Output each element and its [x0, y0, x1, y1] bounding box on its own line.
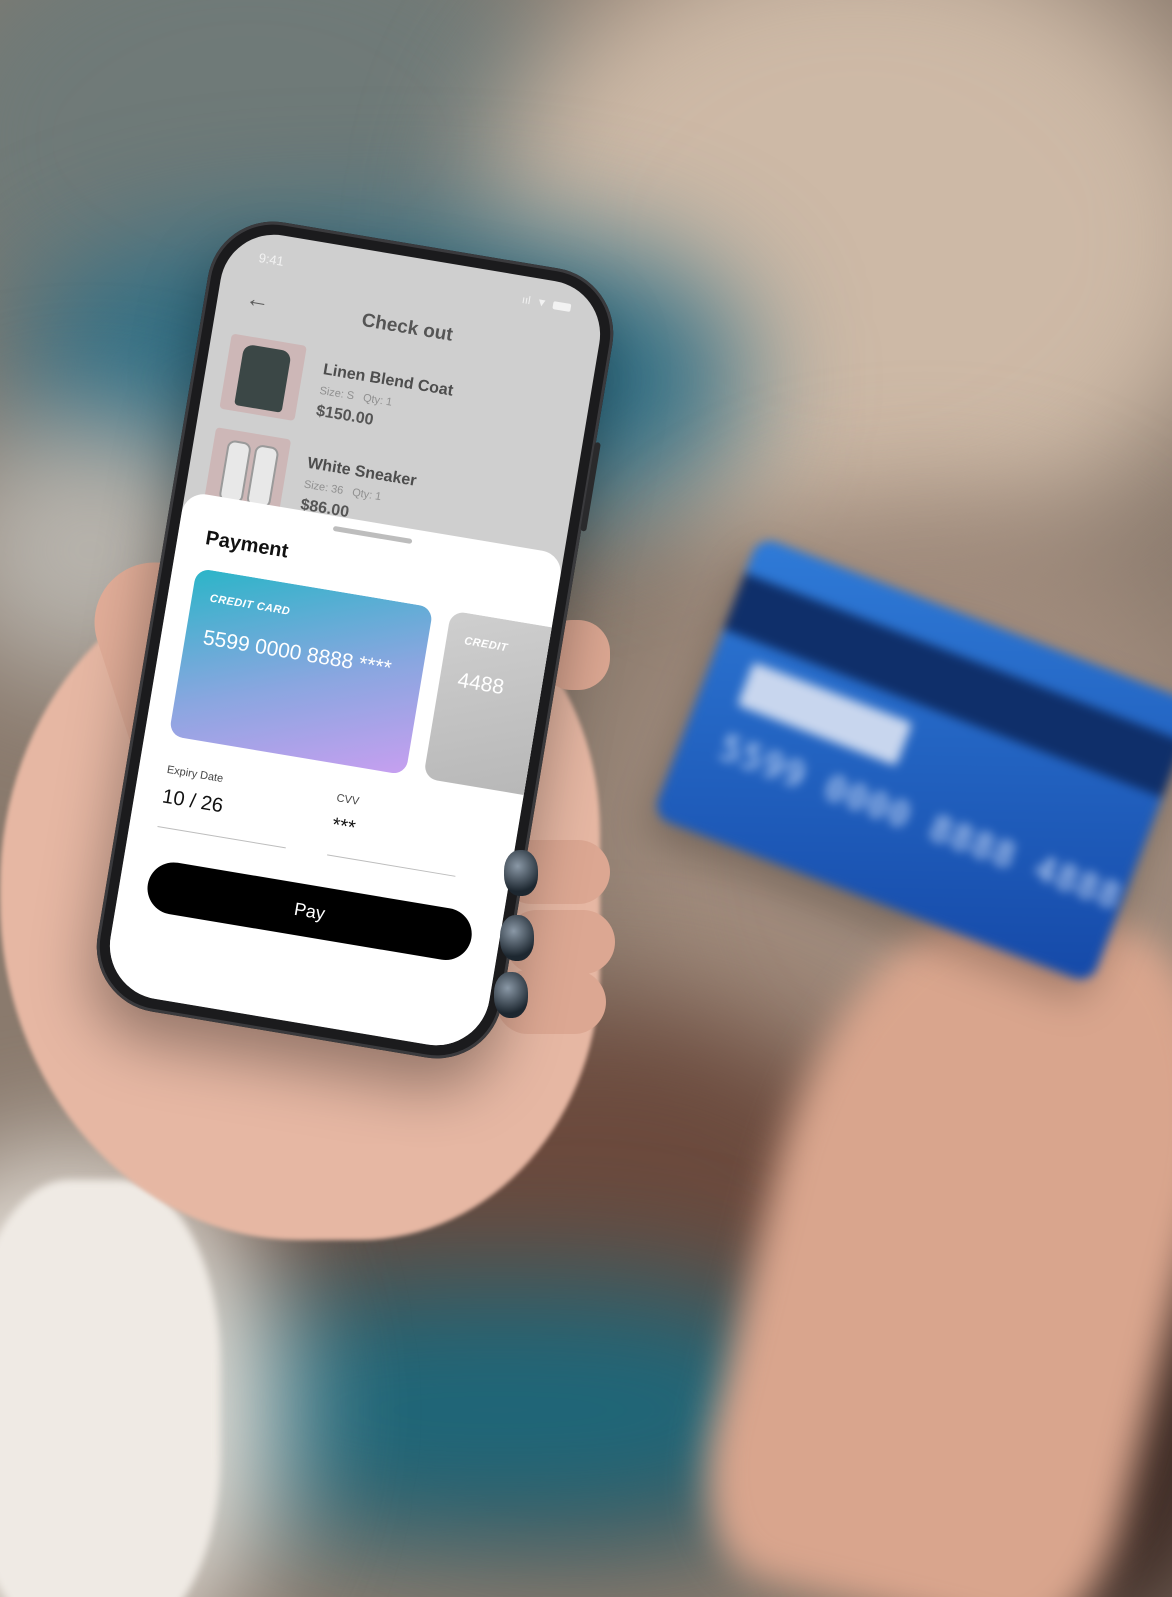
fingernail	[504, 850, 538, 896]
credit-card-selected[interactable]: CREDIT CARD 5599 0000 8888 ****	[168, 567, 434, 776]
expiry-value[interactable]: 10 / 26	[161, 786, 225, 819]
sheet-grabber[interactable]	[332, 525, 413, 545]
field-underline	[157, 825, 286, 849]
sneaker-icon	[245, 443, 280, 510]
card-type-label: CREDIT	[463, 635, 509, 655]
item-size: Size: S	[318, 384, 356, 403]
status-icons: ııl ▼	[521, 294, 572, 314]
pay-button[interactable]: Pay	[143, 858, 476, 964]
battery-icon	[552, 301, 572, 313]
card-type-label: CREDIT CARD	[208, 592, 292, 618]
card-number: 4488	[455, 668, 506, 700]
sleeve	[0, 1180, 220, 1597]
cvv-field[interactable]: CVV ***	[327, 792, 466, 877]
item-size: Size: 36	[302, 478, 345, 497]
expiry-label: Expiry Date	[166, 763, 225, 786]
card-number: 5599 0000 8888 ****	[201, 626, 393, 681]
expiry-field[interactable]: Expiry Date 10 / 26	[157, 764, 296, 849]
cvv-label: CVV	[335, 792, 360, 808]
signal-icon: ııl	[520, 293, 532, 308]
item-qty: Qty: 1	[351, 486, 383, 504]
fingernail	[494, 972, 528, 1018]
field-underline	[327, 854, 456, 877]
product-image-coat	[219, 333, 307, 421]
item-qty: Qty: 1	[362, 392, 394, 409]
wifi-icon: ▼	[535, 296, 549, 311]
payment-title: Payment	[203, 527, 290, 563]
coat-icon	[234, 343, 292, 413]
fingernail	[500, 915, 534, 961]
card-carousel[interactable]: CREDIT CARD 5599 0000 8888 **** CREDIT 4…	[143, 564, 552, 805]
item-price: $150.00	[314, 402, 375, 429]
cvv-value[interactable]: ***	[330, 814, 357, 841]
status-time: 9:41	[257, 249, 286, 269]
